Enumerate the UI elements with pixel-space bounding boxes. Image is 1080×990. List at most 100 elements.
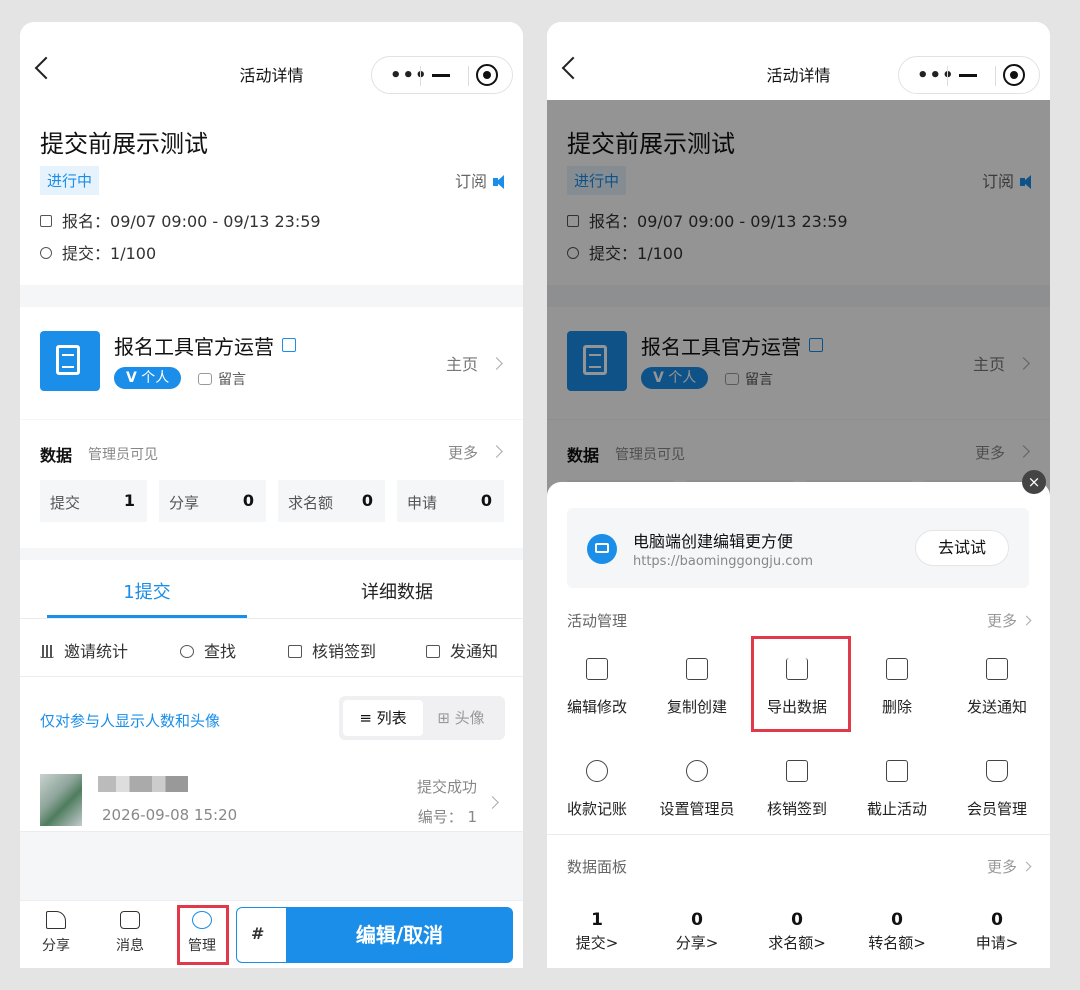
subscribe-button[interactable]: 订阅: [455, 168, 509, 192]
participant-avatar: [40, 774, 82, 826]
data-card: 数据 管理员可见 更多 提交1 分享0 求名额0 申请0: [20, 420, 523, 548]
verified-badge: V 个人: [114, 367, 182, 389]
edit-icon: [40, 215, 52, 227]
tab-detail-data[interactable]: 详细数据: [297, 578, 497, 604]
action-set-admin[interactable]: 设置管理员: [647, 760, 747, 819]
chevron-right-icon: [490, 445, 503, 458]
bar-chart-icon: [40, 645, 54, 658]
divider: [547, 834, 1050, 835]
data-note: 管理员可见: [88, 447, 158, 463]
action-payment-records[interactable]: 收款记账: [547, 760, 647, 819]
divider: [20, 676, 523, 677]
more-dots-icon[interactable]: •••: [917, 65, 955, 86]
phone-screen-left: 活动详情 ••• 提交前展示测试 进行中 订阅 报名：09/07 09:00 -…: [20, 22, 523, 968]
action-delete[interactable]: 删除: [847, 658, 947, 717]
close-icon[interactable]: ×: [1022, 470, 1046, 494]
capsule-divider: [468, 66, 469, 86]
capsule-divider: [947, 66, 948, 86]
view-toggle: ≡ 列表 ⊞ 头像: [339, 696, 505, 740]
chevron-right-icon: [1021, 861, 1032, 872]
activity-header-card: 提交前展示测试 进行中 订阅 报名：09/07 09:00 - 09/13 23…: [20, 100, 523, 285]
submissions-card: 1提交 详细数据 邀请统计 查找 核销签到 发通知 仅对参与人显示人数和头像 ≡…: [20, 560, 523, 832]
speaker-icon: [986, 658, 1008, 680]
dashboard-submit[interactable]: 1 提交>: [547, 910, 647, 953]
phone-screen-right: 活动详情 ••• 提交前展示测试 进行中 订阅 报名：09/07 09:00 -…: [547, 22, 1050, 968]
participant-number: 编号： 1: [417, 808, 477, 826]
close-miniprogram-icon[interactable]: [1003, 64, 1025, 86]
document-icon: [56, 345, 80, 375]
nav-bar: 活动详情 •••: [547, 22, 1050, 100]
monitor-icon: [587, 534, 617, 564]
dashboard-share[interactable]: 0 分享>: [647, 910, 747, 953]
chevron-right-icon: [490, 357, 503, 370]
action-member-manage[interactable]: 会员管理: [947, 760, 1047, 819]
stat-apply[interactable]: 申请 0: [397, 480, 504, 522]
try-it-button[interactable]: 去试试: [915, 530, 1009, 566]
checkbox-icon: [288, 645, 302, 658]
participant-name-blurred: [98, 776, 188, 792]
minimize-icon[interactable]: [432, 74, 450, 77]
share-button[interactable]: 分享: [34, 911, 78, 955]
speaker-icon: [426, 645, 440, 658]
home-link[interactable]: 主页: [446, 351, 503, 375]
dashboard-more-link[interactable]: 更多: [987, 856, 1032, 877]
tool-search[interactable]: 查找: [180, 638, 236, 662]
money-bag-icon: [586, 760, 608, 782]
more-dots-icon[interactable]: •••: [390, 65, 428, 86]
action-copy-create[interactable]: 复制创建: [647, 658, 747, 717]
action-checkin[interactable]: 核销签到: [747, 760, 847, 819]
bottom-action-bar: 分享 消息 管理 # 编辑/取消: [20, 900, 523, 968]
minimize-icon[interactable]: [959, 74, 977, 77]
calendar-check-icon: [786, 760, 808, 782]
close-miniprogram-icon[interactable]: [476, 64, 498, 86]
stat-share[interactable]: 分享 0: [159, 480, 266, 522]
stat-quota-request[interactable]: 求名额 0: [278, 480, 385, 522]
manage-highlight-box: [177, 905, 229, 965]
dashboard-title: 数据面板: [567, 858, 628, 876]
edit-icon: [586, 658, 608, 680]
tool-notify[interactable]: 发通知: [426, 638, 498, 662]
message-button[interactable]: 消息: [108, 911, 152, 955]
crown-icon: [986, 760, 1008, 782]
dashboard-quota-transfer[interactable]: 0 转名额>: [847, 910, 947, 953]
divider: [20, 831, 523, 832]
speaker-icon: [493, 175, 509, 189]
data-title: 数据: [40, 446, 73, 465]
subscribe-label: 订阅: [454, 172, 487, 191]
message-link[interactable]: 留言: [198, 369, 246, 389]
trash-icon: [886, 658, 908, 680]
tab-submissions[interactable]: 1提交: [47, 578, 247, 604]
action-edit[interactable]: 编辑修改: [547, 658, 647, 717]
dashboard-apply[interactable]: 0 申请>: [947, 910, 1047, 953]
organizer-logo: [40, 331, 100, 391]
organizer-card[interactable]: 报名工具官方运营 V 个人 留言 主页: [20, 307, 523, 419]
list-view-button[interactable]: ≡ 列表: [343, 700, 423, 736]
user-icon: [40, 247, 52, 259]
pc-promo-banner: 电脑端创建编辑更方便 https://baominggongju.com 去试试: [567, 508, 1029, 588]
data-more-link[interactable]: 更多: [448, 442, 503, 463]
divider: [20, 618, 523, 619]
message-icon: [198, 373, 212, 385]
organizer-name: 报名工具官方运营: [114, 331, 296, 360]
participant-date: 2026-09-08 15:20: [102, 806, 238, 824]
capsule-divider: [420, 66, 421, 86]
edit-cancel-button[interactable]: 编辑/取消: [286, 907, 513, 963]
promo-title: 电脑端创建编辑更方便: [633, 532, 794, 551]
manage-more-link[interactable]: 更多: [987, 610, 1032, 631]
chevron-right-icon[interactable]: [486, 796, 499, 809]
activity-title: 提交前展示测试: [40, 130, 208, 158]
signup-range: 09/07 09:00 - 09/13 23:59: [110, 212, 321, 231]
capsule-divider: [995, 66, 996, 86]
avatar-view-button[interactable]: ⊞ 头像: [421, 700, 501, 736]
signup-time-row: 报名：09/07 09:00 - 09/13 23:59: [40, 208, 321, 232]
tool-checkin[interactable]: 核销签到: [288, 638, 376, 662]
action-close-activity[interactable]: 截止活动: [847, 760, 947, 819]
stat-submit[interactable]: 提交 1: [40, 480, 147, 522]
action-send-notice[interactable]: 发送通知: [947, 658, 1047, 717]
export-highlight-box: [751, 636, 851, 732]
coupon-icon[interactable]: #: [236, 907, 288, 963]
tool-invite-stats[interactable]: 邀请统计: [40, 638, 128, 662]
search-icon: [180, 645, 194, 658]
edit-icon[interactable]: [282, 338, 296, 352]
dashboard-quota-request[interactable]: 0 求名额>: [747, 910, 847, 953]
